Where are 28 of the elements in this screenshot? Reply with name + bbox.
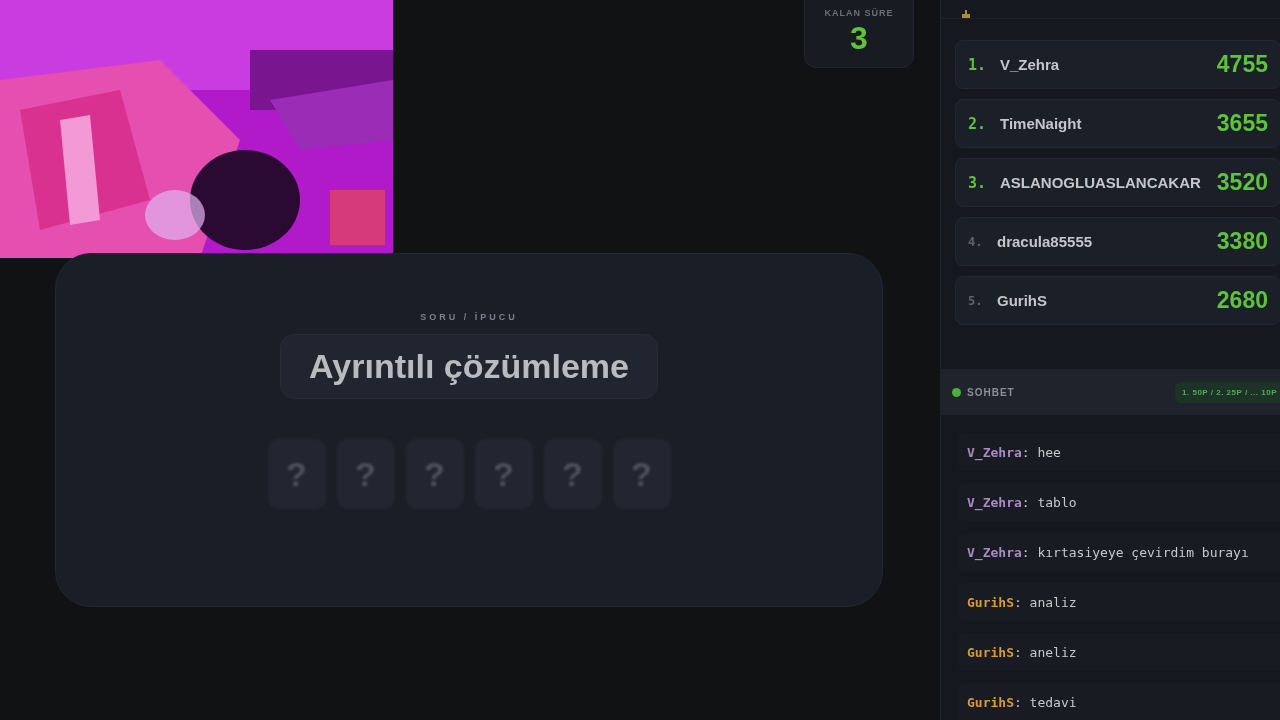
hidden-letter: ? bbox=[336, 439, 395, 509]
player-score: 2680 bbox=[1216, 287, 1268, 314]
rank-number: 2. bbox=[968, 114, 988, 133]
timer-label: KALAN SÜRE bbox=[824, 7, 894, 18]
player-name: TimeNaight bbox=[1000, 115, 1083, 132]
rank-number: 1. bbox=[968, 55, 988, 74]
rank-number: 5. bbox=[968, 293, 984, 308]
player-score: 3655 bbox=[1216, 110, 1268, 137]
hidden-letter: ? bbox=[405, 439, 464, 509]
player-name: ASLANOGLUASLANCAKAR bbox=[1000, 174, 1202, 191]
timer-value: 3 bbox=[850, 19, 868, 57]
rank-number: 4. bbox=[968, 234, 984, 249]
clue-text: Ayrıntılı çözümleme bbox=[280, 334, 658, 399]
player-name: dracula85555 bbox=[997, 233, 1094, 250]
trophy-icon bbox=[959, 10, 973, 18]
chat-title: SOHBET bbox=[967, 386, 1016, 398]
hidden-letter: ? bbox=[543, 439, 602, 509]
player-name: V_Zehra bbox=[1000, 56, 1061, 73]
hidden-letter: ? bbox=[267, 439, 326, 509]
question-label: SORU / İPUCU bbox=[420, 312, 518, 322]
player-score: 3520 bbox=[1216, 169, 1268, 196]
hidden-letter: ? bbox=[612, 439, 671, 509]
rank-number: 3. bbox=[968, 173, 988, 192]
player-name: GurihS bbox=[997, 292, 1048, 309]
player-score: 3380 bbox=[1216, 228, 1268, 255]
points-badge: 1. 50P / 2. 25P / ... 10P bbox=[1175, 381, 1280, 403]
player-score: 4755 bbox=[1216, 51, 1268, 78]
hidden-letter: ? bbox=[474, 439, 533, 509]
